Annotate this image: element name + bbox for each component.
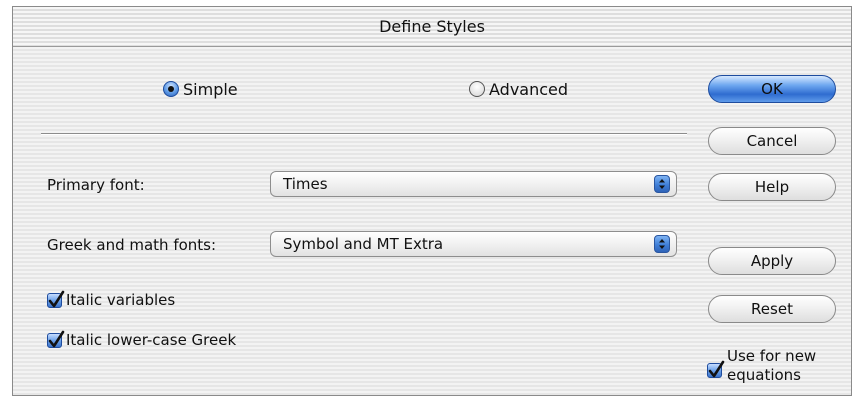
title-bar[interactable]: Define Styles: [13, 7, 851, 47]
divider: [41, 133, 687, 135]
cancel-button[interactable]: Cancel: [708, 127, 836, 155]
use-for-new-line1: Use for new: [727, 347, 817, 365]
primary-font-value: Times: [283, 175, 328, 193]
greek-math-fonts-select[interactable]: Symbol and MT Extra: [270, 231, 677, 257]
reset-button[interactable]: Reset: [708, 295, 836, 323]
italic-lowercase-greek-checkbox[interactable]: Italic lower-case Greek: [47, 330, 236, 350]
use-for-new-equations-checkbox[interactable]: Use for new equations: [705, 345, 845, 389]
greek-math-fonts-label: Greek and math fonts:: [47, 236, 217, 254]
radio-advanced-label: Advanced: [489, 79, 569, 99]
greek-math-fonts-value: Symbol and MT Extra: [283, 235, 444, 253]
checkbox-checked-icon: [47, 290, 65, 308]
italic-variables-checkbox[interactable]: Italic variables: [47, 290, 175, 310]
primary-font-select[interactable]: Times: [270, 171, 677, 197]
help-button[interactable]: Help: [708, 173, 836, 201]
italic-variables-label: Italic variables: [66, 291, 176, 309]
italic-lowercase-greek-label: Italic lower-case Greek: [66, 331, 237, 349]
define-styles-dialog: Define Styles Simple Advanced Primary fo…: [12, 6, 852, 396]
checkbox-checked-icon: [707, 360, 725, 378]
ok-button[interactable]: OK: [708, 75, 836, 103]
radio-simple-label: Simple: [183, 79, 238, 99]
use-for-new-line2: equations: [727, 366, 801, 384]
radio-unselected-icon: [469, 81, 485, 97]
select-arrows-icon: [654, 235, 670, 253]
checkbox-checked-icon: [47, 330, 65, 348]
radio-advanced[interactable]: Advanced: [469, 77, 568, 101]
use-for-new-equations-label: Use for new equations: [727, 347, 816, 385]
radio-selected-icon: [163, 81, 179, 97]
apply-button[interactable]: Apply: [708, 247, 836, 275]
select-arrows-icon: [654, 175, 670, 193]
radio-simple[interactable]: Simple: [163, 77, 238, 101]
dialog-title: Define Styles: [379, 17, 485, 36]
primary-font-label: Primary font:: [47, 176, 145, 194]
